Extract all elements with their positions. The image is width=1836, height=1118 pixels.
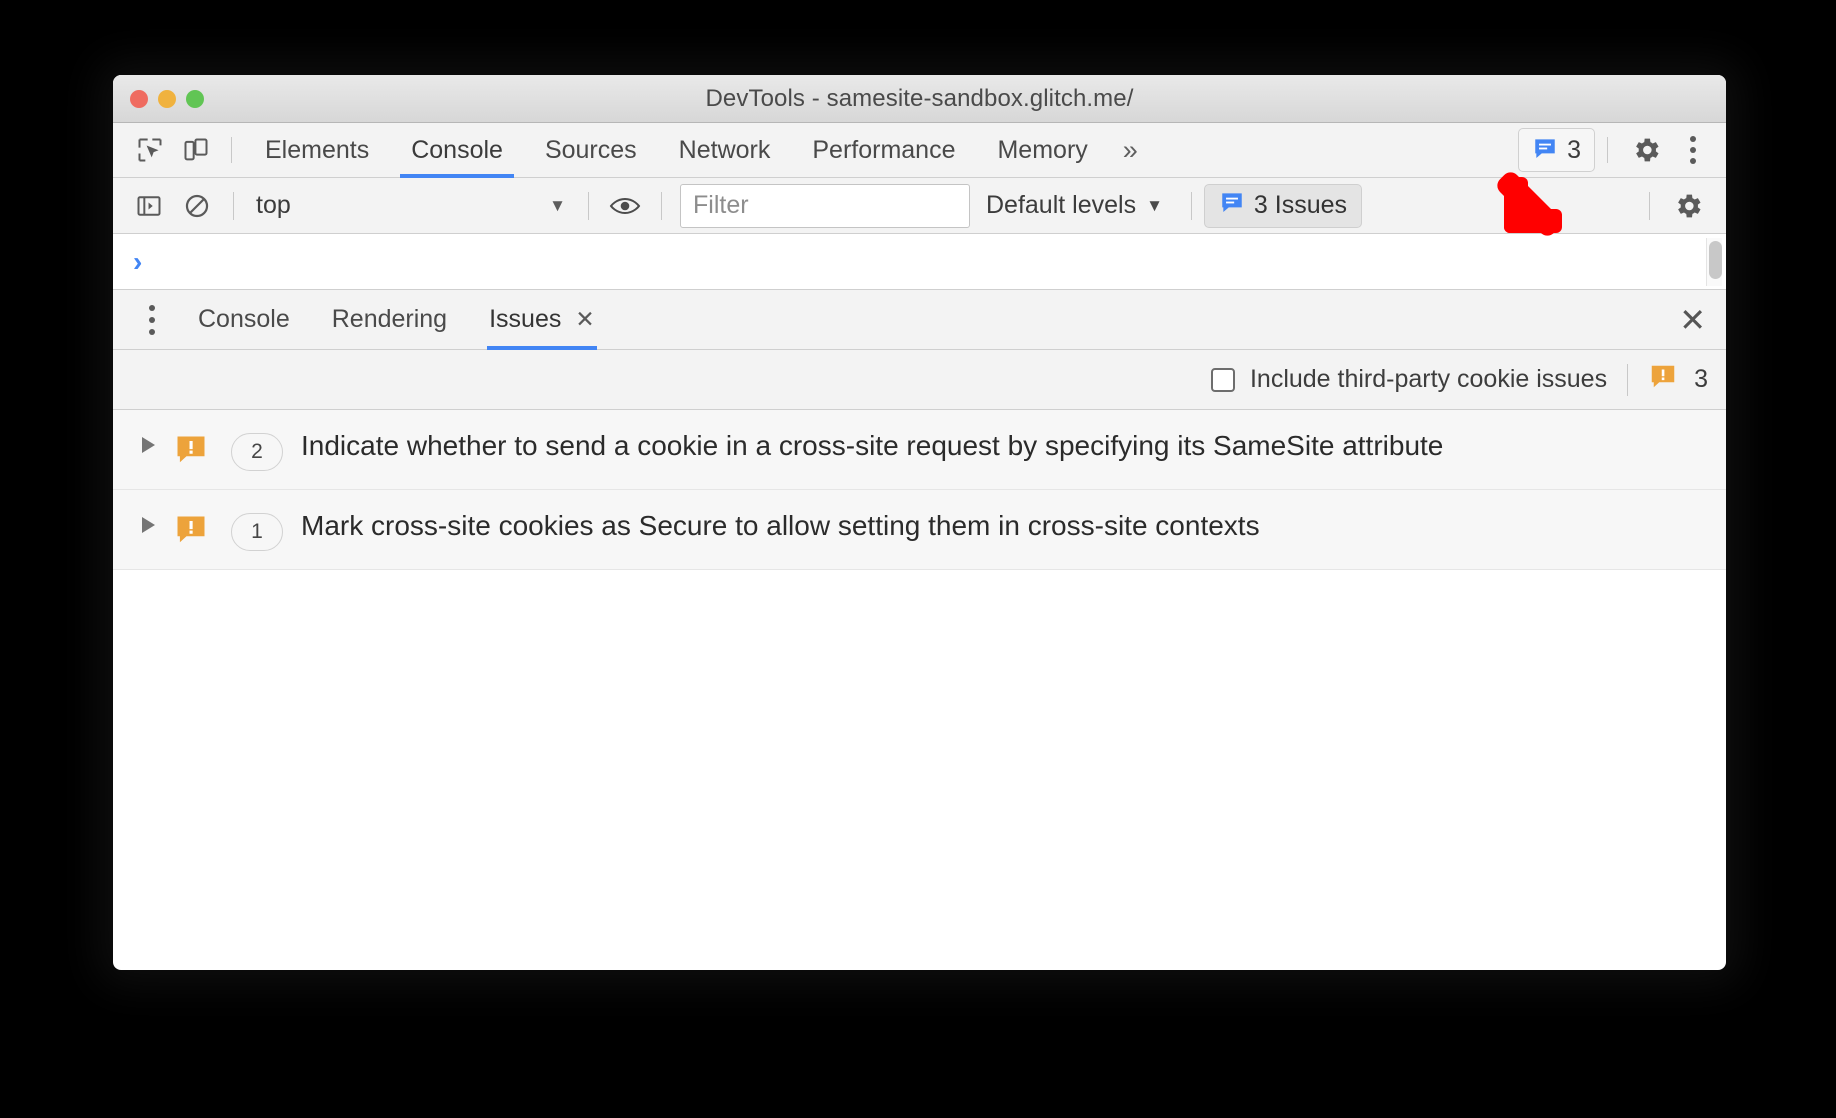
gear-icon[interactable]: [1620, 127, 1672, 173]
drawer-tab-rendering-label: Rendering: [331, 305, 448, 333]
clear-console-icon[interactable]: [173, 184, 221, 228]
console-prompt-caret: ›: [133, 245, 143, 277]
console-sidebar-icon[interactable]: [125, 184, 173, 228]
issue-message-icon: [1219, 189, 1245, 222]
inspect-element-icon[interactable]: [127, 129, 173, 171]
warning-bubble-icon: [165, 508, 217, 548]
warning-bubble-icon: [165, 428, 217, 468]
console-prompt-area[interactable]: ›: [113, 234, 1726, 290]
tab-console-label: Console: [411, 135, 503, 164]
kebab-dot: [149, 304, 155, 311]
more-tabs-glyph: »: [1122, 134, 1138, 165]
issues-total-count: 3: [1694, 365, 1708, 393]
third-party-cookie-checkbox-group[interactable]: Include third-party cookie issues: [1210, 365, 1608, 394]
window-titlebar: DevTools - samesite-sandbox.glitch.me/: [113, 75, 1726, 123]
console-toolbar-divider: [661, 191, 662, 220]
issue-message-icon: [1532, 135, 1558, 166]
tabbar-right-divider: [1607, 137, 1608, 163]
device-toolbar-icon[interactable]: [173, 129, 219, 171]
drawer-tab-rendering[interactable]: Rendering: [311, 290, 468, 350]
disclosure-triangle-icon[interactable]: [131, 428, 165, 453]
kebab-dot: [149, 316, 155, 323]
third-party-cookie-checkbox[interactable]: [1210, 367, 1235, 392]
screenshot-root: DevTools - samesite-sandbox.glitch.me/ E…: [0, 0, 1836, 1118]
main-tabbar: Elements Console Sources Network Perform…: [113, 123, 1726, 178]
console-filter-placeholder: Filter: [693, 191, 749, 219]
tab-memory[interactable]: Memory: [976, 123, 1108, 178]
tab-sources-label: Sources: [544, 135, 637, 164]
execution-context-value: top: [256, 191, 291, 219]
issue-row[interactable]: 2 Indicate whether to send a cookie in a…: [113, 410, 1726, 490]
console-toolbar-divider: [588, 191, 589, 220]
devtools-window: DevTools - samesite-sandbox.glitch.me/ E…: [113, 75, 1726, 970]
issue-count-pill: 2: [231, 433, 283, 471]
console-toolbar: top ▼ Filter Default levels ▼ 3 Issues: [113, 178, 1726, 234]
eye-icon[interactable]: [601, 184, 649, 228]
issues-counter-label: 3 Issues: [1253, 191, 1348, 219]
issue-count-pill: 1: [231, 513, 283, 551]
drawer-tab-issues-label: Issues: [489, 305, 562, 333]
kebab-dot: [149, 328, 155, 335]
issue-title: Indicate whether to send a cookie in a c…: [301, 430, 1444, 461]
issues-options-divider: [1627, 363, 1629, 396]
drawer-tab-console-label: Console: [198, 305, 290, 333]
tab-performance[interactable]: Performance: [791, 123, 976, 178]
chevron-down-icon: ▼: [549, 195, 566, 215]
execution-context-select[interactable]: top ▼: [246, 184, 576, 228]
issue-title: Mark cross-site cookies as Secure to all…: [301, 510, 1260, 541]
console-filter-input[interactable]: Filter: [680, 183, 970, 228]
console-toolbar-divider: [233, 191, 234, 220]
drawer-tabbar: Console Rendering Issues ✕ ✕: [113, 290, 1726, 350]
issues-badge-count: 3: [1567, 135, 1581, 164]
kebab-menu-icon[interactable]: [1672, 127, 1714, 173]
console-toolbar-divider: [1190, 191, 1192, 220]
close-icon[interactable]: ✕: [575, 306, 594, 333]
log-levels-select[interactable]: Default levels ▼: [970, 184, 1179, 228]
tab-elements-label: Elements: [265, 135, 370, 164]
kebab-dot: [1690, 136, 1696, 142]
console-scrollbar-thumb[interactable]: [1709, 241, 1722, 279]
tab-console[interactable]: Console: [390, 123, 524, 178]
tab-performance-label: Performance: [812, 135, 956, 164]
tab-memory-label: Memory: [997, 135, 1088, 164]
tabbar-divider: [231, 137, 232, 163]
console-scrollbar[interactable]: [1706, 238, 1722, 286]
more-tabs-icon[interactable]: »: [1109, 123, 1152, 178]
issues-list: 2 Indicate whether to send a cookie in a…: [113, 410, 1726, 570]
tabbar-right-controls: 3: [1518, 127, 1726, 173]
tab-network[interactable]: Network: [658, 123, 792, 178]
drawer-tab-console[interactable]: Console: [177, 290, 311, 350]
kebab-dot: [1690, 147, 1696, 153]
issue-row[interactable]: 1 Mark cross-site cookies as Secure to a…: [113, 490, 1726, 570]
kebab-dot: [1690, 158, 1696, 164]
warning-bubble-icon: [1648, 362, 1678, 397]
chevron-down-icon: ▼: [1146, 195, 1163, 215]
close-drawer-icon[interactable]: ✕: [1679, 304, 1706, 336]
kebab-menu-icon[interactable]: [127, 295, 177, 345]
window-title: DevTools - samesite-sandbox.glitch.me/: [705, 84, 1134, 112]
log-levels-label: Default levels: [986, 191, 1137, 219]
tab-network-label: Network: [678, 135, 771, 164]
issues-options-bar: Include third-party cookie issues 3: [113, 350, 1726, 410]
tab-elements[interactable]: Elements: [244, 123, 390, 178]
drawer-tab-issues[interactable]: Issues ✕: [468, 290, 616, 350]
issues-badge-button[interactable]: 3: [1518, 128, 1595, 172]
console-toolbar-divider: [1649, 191, 1650, 220]
disclosure-triangle-icon[interactable]: [131, 508, 165, 533]
gear-icon[interactable]: [1662, 183, 1714, 229]
third-party-cookie-label: Include third-party cookie issues: [1249, 365, 1608, 393]
tab-sources[interactable]: Sources: [524, 123, 658, 178]
issues-counter-button[interactable]: 3 Issues: [1203, 183, 1363, 228]
